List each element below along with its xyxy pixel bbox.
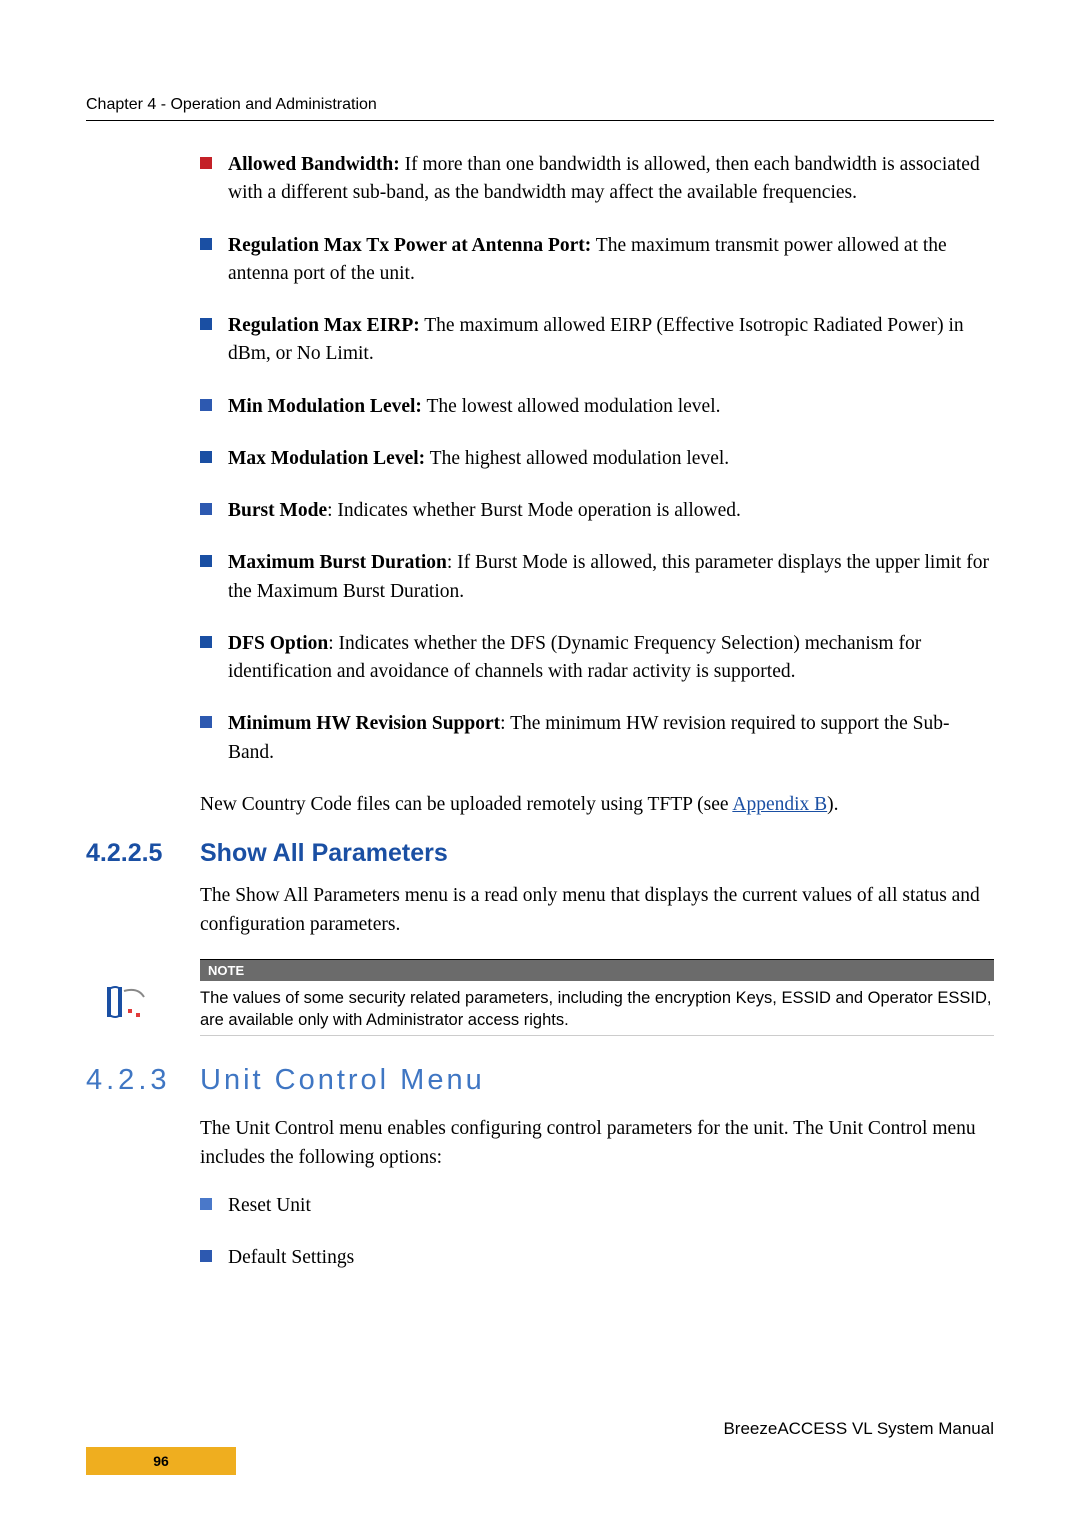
note-block: NOTE The values of some security related…: [200, 959, 994, 1037]
note-icon: [104, 983, 148, 1023]
list-item: Maximum Burst Duration: If Burst Mode is…: [200, 549, 994, 606]
list-item: Allowed Bandwidth: If more than one band…: [200, 151, 994, 208]
paragraph: The Show All Parameters menu is a read o…: [200, 882, 994, 939]
item-label: Default Settings: [228, 1247, 354, 1268]
text: ).: [827, 794, 838, 815]
desc: : Indicates whether the DFS (Dynamic Fre…: [228, 633, 921, 682]
list-item: DFS Option: Indicates whether the DFS (D…: [200, 630, 994, 687]
section-body: The Show All Parameters menu is a read o…: [200, 882, 994, 1036]
text: New Country Code files can be uploaded r…: [200, 794, 732, 815]
square-bullet-icon: [200, 157, 212, 169]
page-number: 96: [86, 1447, 236, 1475]
term: Max Modulation Level:: [228, 448, 425, 469]
list-item: Min Modulation Level: The lowest allowed…: [200, 393, 994, 421]
footer-spacer: [236, 1447, 994, 1475]
term: Maximum Burst Duration: [228, 552, 447, 573]
term: Burst Mode: [228, 500, 327, 521]
list-item: Reset Unit: [200, 1192, 994, 1220]
page-footer: BreezeACCESS VL System Manual 96: [86, 1419, 994, 1475]
term: Min Modulation Level:: [228, 396, 422, 417]
square-bullet-icon: [200, 318, 212, 330]
list-item: Default Settings: [200, 1244, 994, 1272]
term: Regulation Max Tx Power at Antenna Port:: [228, 235, 591, 256]
appendix-link[interactable]: Appendix B: [732, 794, 827, 815]
list-item: Minimum HW Revision Support: The minimum…: [200, 710, 994, 767]
term: Allowed Bandwidth:: [228, 154, 400, 175]
square-bullet-icon: [200, 636, 212, 648]
note-body: The values of some security related para…: [200, 981, 994, 1037]
square-bullet-icon: [200, 399, 212, 411]
section-heading-423: 4.2.3 Unit Control Menu: [86, 1064, 994, 1097]
square-bullet-icon: [200, 451, 212, 463]
section-title: Show All Parameters: [200, 839, 448, 868]
content: Allowed Bandwidth: If more than one band…: [200, 151, 994, 819]
square-bullet-icon: [200, 1250, 212, 1262]
list-item: Burst Mode: Indicates whether Burst Mode…: [200, 497, 994, 525]
desc: The highest allowed modulation level.: [425, 448, 729, 469]
paragraph: The Unit Control menu enables configurin…: [200, 1115, 994, 1172]
square-bullet-icon: [200, 555, 212, 567]
page: Chapter 4 - Operation and Administration…: [0, 0, 1080, 1527]
desc: The lowest allowed modulation level.: [422, 396, 721, 417]
list-item: Regulation Max EIRP: The maximum allowed…: [200, 312, 994, 369]
note-label: NOTE: [200, 959, 994, 981]
square-bullet-icon: [200, 503, 212, 515]
term: Regulation Max EIRP:: [228, 315, 420, 336]
footer-bar: 96: [86, 1447, 994, 1475]
paragraph: New Country Code files can be uploaded r…: [200, 791, 994, 819]
square-bullet-icon: [200, 238, 212, 250]
list-item: Regulation Max Tx Power at Antenna Port:…: [200, 232, 994, 289]
section-number: 4.2.2.5: [86, 839, 200, 868]
square-bullet-icon: [200, 716, 212, 728]
product-name: BreezeACCESS VL System Manual: [86, 1419, 994, 1439]
desc: : Indicates whether Burst Mode operation…: [327, 500, 741, 521]
section-heading-4225: 4.2.2.5 Show All Parameters: [86, 839, 994, 868]
list-item: Max Modulation Level: The highest allowe…: [200, 445, 994, 473]
square-bullet-icon: [200, 1198, 212, 1210]
section-number: 4.2.3: [86, 1064, 200, 1097]
chapter-header: Chapter 4 - Operation and Administration: [86, 96, 994, 114]
header-rule: [86, 120, 994, 121]
item-label: Reset Unit: [228, 1195, 311, 1216]
section-body: The Unit Control menu enables configurin…: [200, 1115, 994, 1272]
term: Minimum HW Revision Support: [228, 713, 500, 734]
term: DFS Option: [228, 633, 328, 654]
section-title: Unit Control Menu: [200, 1064, 485, 1097]
